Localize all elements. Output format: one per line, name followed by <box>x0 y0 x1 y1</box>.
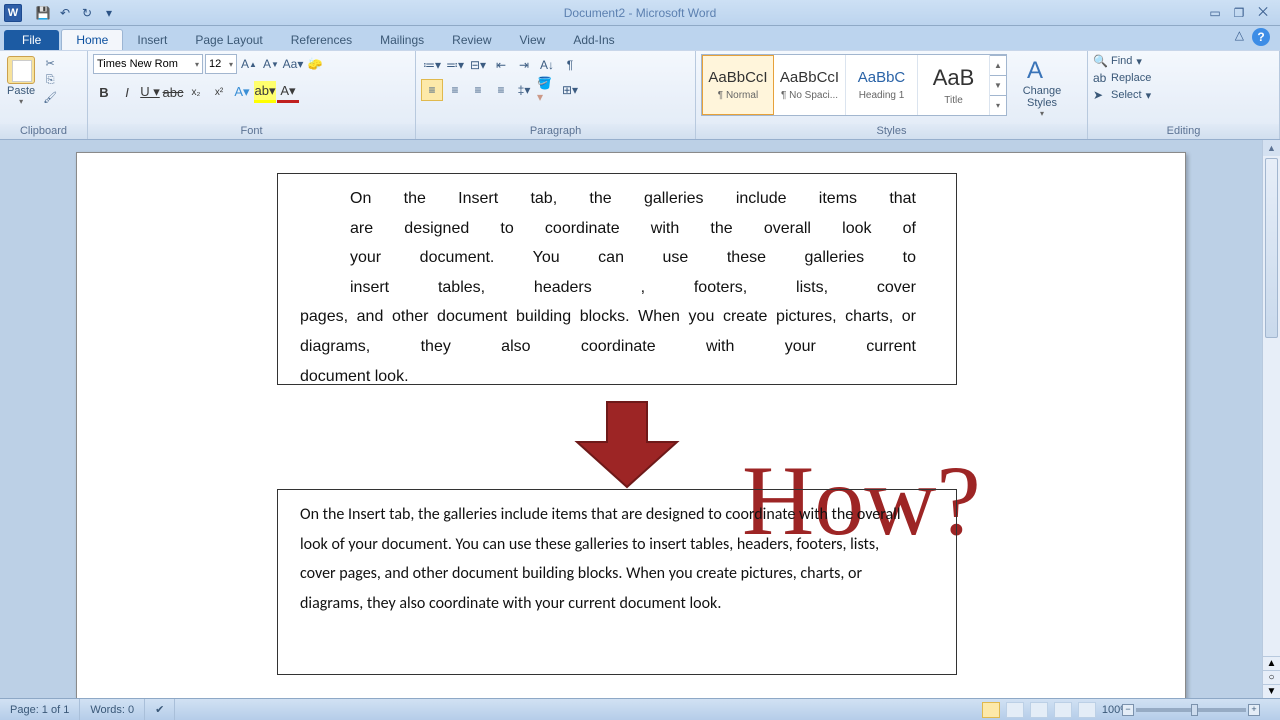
copy-icon[interactable]: ⎘ <box>41 73 59 87</box>
font-size-combo[interactable]: 12▾ <box>205 54 237 74</box>
title-bar: W 💾 ↶ ↻ ▾ Document2 - Microsoft Word ▭ ❐… <box>0 0 1280 26</box>
print-layout-view-icon[interactable] <box>982 702 1000 718</box>
ribbon-tabs: File Home Insert Page Layout References … <box>0 26 1280 50</box>
subscript-button[interactable]: x₂ <box>185 81 207 103</box>
style-heading1[interactable]: AaBbCHeading 1 <box>846 55 918 115</box>
highlight-icon[interactable]: ab▾ <box>254 81 276 103</box>
file-tab[interactable]: File <box>4 30 59 50</box>
addins-tab[interactable]: Add-Ins <box>559 30 628 50</box>
full-screen-view-icon[interactable] <box>1006 702 1024 718</box>
format-painter-icon[interactable]: 🖌 <box>41 90 59 104</box>
view-tab[interactable]: View <box>506 30 560 50</box>
minimize-button[interactable]: ▭ <box>1206 6 1224 20</box>
page-layout-tab[interactable]: Page Layout <box>181 30 276 50</box>
insert-tab[interactable]: Insert <box>123 30 181 50</box>
line-spacing-icon[interactable]: ‡▾ <box>513 79 535 101</box>
minimize-ribbon-icon[interactable]: △ <box>1235 28 1244 46</box>
sort-icon[interactable]: A↓ <box>536 54 558 76</box>
superscript-button[interactable]: x² <box>208 81 230 103</box>
font-color-icon[interactable]: A▾ <box>277 81 299 103</box>
text-effects-icon[interactable]: A▾ <box>231 81 253 103</box>
underline-button[interactable]: U ▾ <box>139 81 161 103</box>
style-no-spacing[interactable]: AaBbCcI¶ No Spaci... <box>774 55 846 115</box>
cut-icon[interactable]: ✂ <box>41 56 59 70</box>
proofing-icon[interactable]: ✔ <box>145 699 175 720</box>
browse-object-icon[interactable]: ○ <box>1263 670 1280 684</box>
borders-icon[interactable]: ⊞▾ <box>559 79 581 101</box>
references-tab[interactable]: References <box>277 30 366 50</box>
clipboard-group: Paste ▾ ✂ ⎘ 🖌 Clipboard <box>0 51 88 139</box>
inc-indent-icon[interactable]: ⇥ <box>513 54 535 76</box>
justify-icon[interactable]: ≡ <box>490 79 512 101</box>
undo-icon[interactable]: ↶ <box>56 4 74 22</box>
find-icon: 🔍 <box>1093 54 1107 68</box>
clear-format-icon[interactable]: 🧽 <box>305 54 325 74</box>
qat-dropdown-icon[interactable]: ▾ <box>100 4 118 22</box>
select-button[interactable]: ➤Select ▾ <box>1093 88 1151 102</box>
zoom-thumb[interactable] <box>1191 704 1198 716</box>
grow-font-icon[interactable]: A▲ <box>239 54 259 74</box>
document-area[interactable]: On the Insert tab, the galleries include… <box>0 140 1262 698</box>
gallery-scroll[interactable]: ▲▼▾ <box>990 55 1006 115</box>
redo-icon[interactable]: ↻ <box>78 4 96 22</box>
paragraph-group: ≔▾ ≕▾ ⊟▾ ⇤ ⇥ A↓ ¶ ≡ ≡ ≡ ≡ ‡▾ 🪣▾ ⊞▾ Parag… <box>416 51 696 139</box>
shrink-font-icon[interactable]: A▼ <box>261 54 281 74</box>
align-center-icon[interactable]: ≡ <box>444 79 466 101</box>
style-title[interactable]: AaBTitle <box>918 55 990 115</box>
review-tab[interactable]: Review <box>438 30 505 50</box>
close-button[interactable]: ⨉ <box>1254 6 1272 20</box>
status-bar: Page: 1 of 1 Words: 0 ✔ 100% <box>0 698 1280 720</box>
change-case-icon[interactable]: Aa▾ <box>283 54 303 74</box>
word-count[interactable]: Words: 0 <box>80 699 145 720</box>
draft-view-icon[interactable] <box>1078 702 1096 718</box>
text-box-before[interactable]: On the Insert tab, the galleries include… <box>277 173 957 385</box>
vertical-scrollbar[interactable]: ▲ ▲ ○ ▼ <box>1262 140 1280 698</box>
strike-button[interactable]: abc <box>162 81 184 103</box>
prev-page-icon[interactable]: ▲ <box>1263 656 1280 670</box>
scroll-thumb[interactable] <box>1265 158 1278 338</box>
word-icon[interactable]: W <box>4 4 22 22</box>
scroll-up-icon[interactable]: ▲ <box>1263 140 1280 156</box>
align-left-icon[interactable]: ≡ <box>421 79 443 101</box>
align-right-icon[interactable]: ≡ <box>467 79 489 101</box>
mailings-tab[interactable]: Mailings <box>366 30 438 50</box>
dec-indent-icon[interactable]: ⇤ <box>490 54 512 76</box>
bold-button[interactable]: B <box>93 81 115 103</box>
show-marks-icon[interactable]: ¶ <box>559 54 581 76</box>
font-name-combo[interactable]: Times New Rom▾ <box>93 54 203 74</box>
page[interactable]: On the Insert tab, the galleries include… <box>76 152 1186 698</box>
ribbon: Paste ▾ ✂ ⎘ 🖌 Clipboard Times New Rom▾ 1… <box>0 50 1280 140</box>
paste-button[interactable]: Paste ▾ <box>5 54 37 108</box>
home-tab[interactable]: Home <box>61 29 123 50</box>
replace-button[interactable]: abReplace <box>1093 71 1151 85</box>
window-title: Document2 - Microsoft Word <box>0 6 1280 20</box>
change-styles-button[interactable]: A Change Styles ▾ <box>1011 54 1073 121</box>
replace-icon: ab <box>1093 71 1107 85</box>
numbering-icon[interactable]: ≕▾ <box>444 54 466 76</box>
change-styles-icon: A <box>1027 57 1057 85</box>
web-layout-view-icon[interactable] <box>1030 702 1048 718</box>
save-icon[interactable]: 💾 <box>34 4 52 22</box>
multilevel-icon[interactable]: ⊟▾ <box>467 54 489 76</box>
zoom-slider[interactable] <box>1136 708 1246 712</box>
help-icon[interactable]: ? <box>1252 28 1270 46</box>
shading-icon[interactable]: 🪣▾ <box>536 79 558 101</box>
next-page-icon[interactable]: ▼ <box>1263 684 1280 698</box>
find-button[interactable]: 🔍Find ▾ <box>1093 54 1142 68</box>
restore-button[interactable]: ❐ <box>1230 6 1248 20</box>
select-icon: ➤ <box>1093 88 1107 102</box>
down-arrow-icon <box>572 397 682 492</box>
text-box-after[interactable]: On the Insert tab, the galleries include… <box>277 489 957 675</box>
italic-button[interactable]: I <box>116 81 138 103</box>
editing-group: 🔍Find ▾ abReplace ➤Select ▾ Editing <box>1088 51 1280 139</box>
font-group: Times New Rom▾ 12▾ A▲ A▼ Aa▾ 🧽 B I U ▾ a… <box>88 51 416 139</box>
paste-icon <box>7 56 35 84</box>
styles-gallery[interactable]: AaBbCcI¶ Normal AaBbCcI¶ No Spaci... AaB… <box>701 54 1007 116</box>
style-normal[interactable]: AaBbCcI¶ Normal <box>702 55 774 115</box>
outline-view-icon[interactable] <box>1054 702 1072 718</box>
quick-access-toolbar: W 💾 ↶ ↻ ▾ <box>0 4 122 22</box>
bullets-icon[interactable]: ≔▾ <box>421 54 443 76</box>
page-status[interactable]: Page: 1 of 1 <box>0 699 80 720</box>
styles-group: AaBbCcI¶ Normal AaBbCcI¶ No Spaci... AaB… <box>696 51 1088 139</box>
